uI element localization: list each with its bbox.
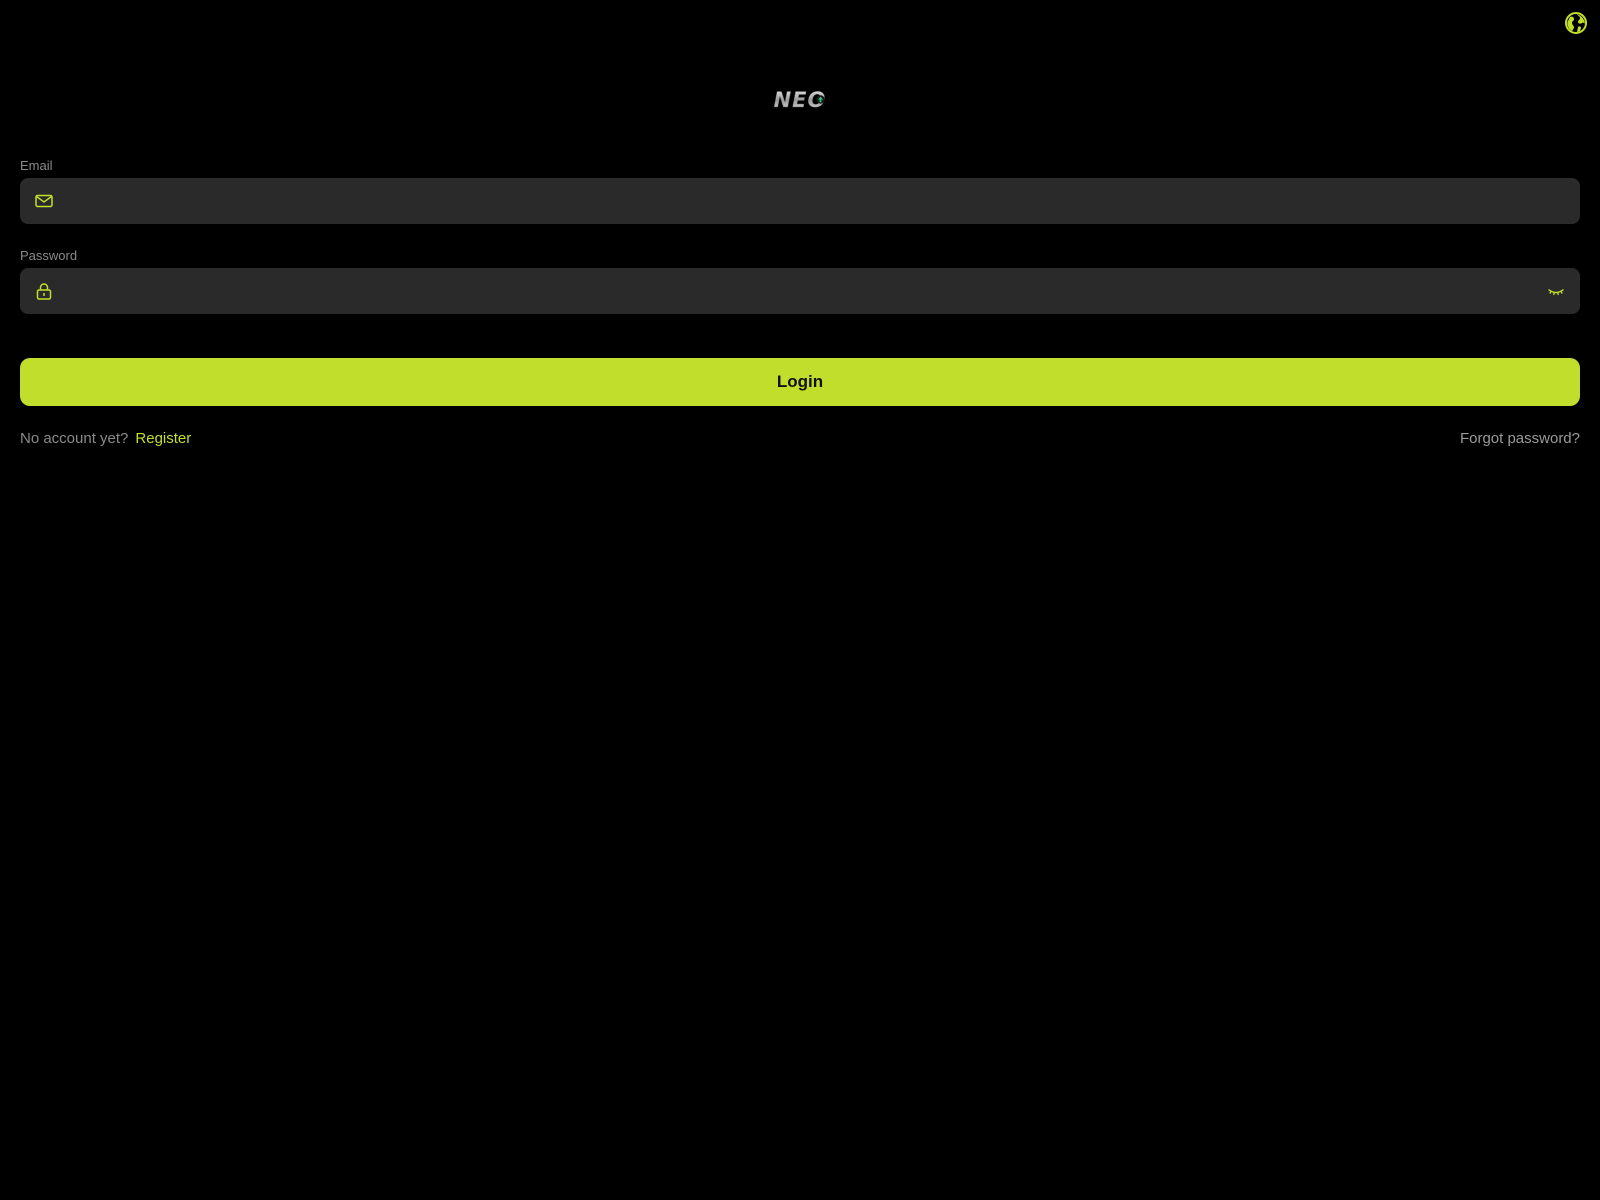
login-form: Email Password Login No account yet? Reg… [20,156,1580,448]
language-button[interactable] [1564,11,1588,35]
form-footer: No account yet? Register Forgot password… [20,428,1580,448]
no-account-text: No account yet? [20,429,129,447]
login-button[interactable]: Login [20,358,1580,406]
mail-icon [35,194,53,208]
register-prompt: No account yet? Register [20,430,191,447]
email-field-container [20,178,1580,224]
neo-logo: NEO [773,88,825,112]
forgot-password-link[interactable]: Forgot password? [1460,430,1580,447]
lock-icon [36,283,52,300]
register-link[interactable]: Register [135,430,191,447]
password-input[interactable] [20,268,1580,314]
email-label: Email [20,158,53,173]
password-label: Password [20,248,78,263]
email-input[interactable] [20,178,1580,224]
login-page: NEO Email Password Login No account yet?… [0,0,1600,1200]
eye-closed-icon[interactable] [1546,281,1566,301]
globe-icon [1565,12,1587,34]
password-field-container [20,268,1580,314]
